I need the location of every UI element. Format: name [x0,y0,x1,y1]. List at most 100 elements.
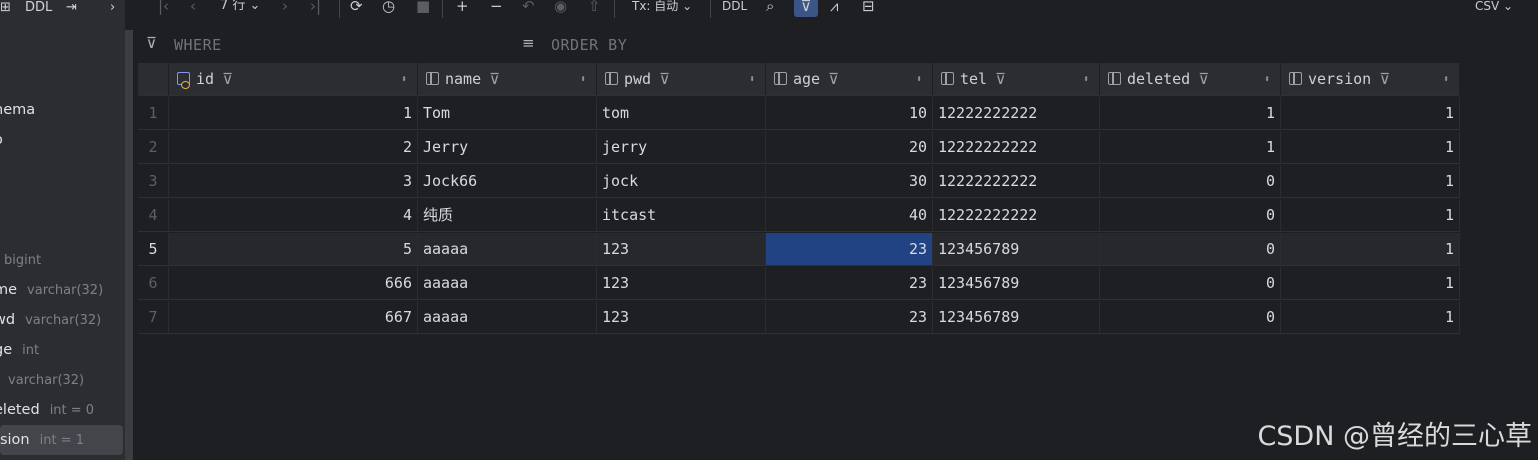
tree-item[interactable]: wd varchar(32) [0,305,101,335]
last-page-icon[interactable]: ›| [310,0,321,17]
column-sort-icon[interactable]: ⬍ [1083,63,1089,95]
cell-age[interactable]: 23 [766,233,933,266]
cell-age[interactable]: 10 [766,97,933,130]
column-sort-icon[interactable]: ⬍ [401,63,407,95]
column-sort-icon[interactable]: ⬍ [749,63,755,95]
filter-toggle-icon[interactable]: ⊽ [794,0,818,17]
delete-row-icon[interactable]: − [490,0,503,17]
table-row[interactable]: 4 4 纯质 itcast 40 12222222222 0 1 [138,199,1460,233]
cell-pwd[interactable]: 123 [597,233,766,266]
column-filter-icon[interactable]: ⊽ [828,70,839,88]
tree-scrollbar[interactable] [125,30,133,460]
cell-age[interactable]: 30 [766,165,933,198]
cell-version[interactable]: 1 [1281,301,1460,334]
column-header-deleted[interactable]: deleted ⊽ ⬍ [1100,63,1281,96]
cell-id[interactable]: 666 [169,267,418,300]
cell-name[interactable]: Jock66 [418,165,597,198]
cell-deleted[interactable]: 0 [1100,267,1281,300]
ddl-button[interactable]: DDL [722,0,747,17]
column-header-version[interactable]: version ⊽ ⬍ [1281,63,1460,96]
cell-version[interactable]: 1 [1281,233,1460,266]
tree-item[interactable]: hema [0,95,45,125]
cell-name[interactable]: Jerry [418,131,597,164]
row-number[interactable]: 1 [138,97,169,130]
tree-item[interactable]: geint [0,335,39,365]
add-row-icon[interactable]: + [456,0,469,17]
cell-age[interactable]: 23 [766,267,933,300]
row-number[interactable]: 2 [138,131,169,164]
column-filter-icon[interactable]: ⊽ [222,70,233,88]
cell-deleted[interactable]: 0 [1100,301,1281,334]
table-row[interactable]: 5 5 aaaaa 123 23 123456789 0 1 [138,233,1460,267]
column-sort-icon[interactable]: ⬍ [580,63,586,95]
cell-name[interactable]: Tom [418,97,597,130]
tree-item[interactable]: rsion int = 1 [0,425,123,455]
column-filter-icon[interactable]: ⊽ [659,70,670,88]
chevron-right-icon[interactable]: › [110,0,115,15]
table-row[interactable]: 3 3 Jock66 jock 30 12222222222 0 1 [138,165,1460,199]
cell-age[interactable]: 40 [766,199,933,232]
first-page-icon[interactable]: |‹ [158,0,169,17]
column-header-tel[interactable]: tel ⊽ ⬍ [933,63,1100,96]
tree-item[interactable]: lvarchar(32) [0,365,84,395]
row-number[interactable]: 3 [138,165,169,198]
cell-name[interactable]: aaaaa [418,233,597,266]
column-header-pwd[interactable]: pwd ⊽ ⬍ [597,63,766,96]
cell-name[interactable]: 纯质 [418,199,597,232]
column-filter-icon[interactable]: ⊽ [995,70,1006,88]
cell-pwd[interactable]: 123 [597,301,766,334]
table-row[interactable]: 2 2 Jerry jerry 20 12222222222 1 1 [138,131,1460,165]
cell-deleted[interactable]: 0 [1100,165,1281,198]
tree-item[interactable]: bigint [0,245,41,275]
cell-tel[interactable]: 12222222222 [933,165,1100,198]
cell-age[interactable]: 20 [766,131,933,164]
preview-icon[interactable]: ◉ [554,0,567,17]
cell-id[interactable]: 667 [169,301,418,334]
cell-deleted[interactable]: 1 [1100,131,1281,164]
cell-id[interactable]: 2 [169,131,418,164]
view-settings-icon[interactable]: ⊟ [862,0,875,17]
column-filter-icon[interactable]: ⊽ [1379,70,1390,88]
row-number[interactable]: 4 [138,199,169,232]
submit-icon[interactable]: ⇧ [588,0,601,17]
cell-tel[interactable]: 12222222222 [933,199,1100,232]
order-by-input[interactable]: ORDER BY [551,36,627,54]
chart-icon[interactable]: ⩘ [830,0,838,17]
column-header-name[interactable]: name ⊽ ⬍ [418,63,597,96]
cell-pwd[interactable]: itcast [597,199,766,232]
cell-name[interactable]: aaaaa [418,267,597,300]
history-icon[interactable]: ◷ [382,0,395,17]
cell-tel[interactable]: 123456789 [933,267,1100,300]
column-filter-icon[interactable]: ⊽ [1198,70,1209,88]
stop-icon[interactable]: ■ [416,0,430,17]
search-icon[interactable]: ⌕ [766,0,774,17]
cell-version[interactable]: 1 [1281,267,1460,300]
header-corner[interactable] [138,63,169,96]
cell-deleted[interactable]: 1 [1100,97,1281,130]
refresh-icon[interactable]: ⟳ [350,0,363,17]
cell-id[interactable]: 5 [169,233,418,266]
cell-version[interactable]: 1 [1281,97,1460,130]
cell-tel[interactable]: 123456789 [933,233,1100,266]
ddl-button[interactable]: DDL [25,0,52,15]
row-number[interactable]: 6 [138,267,169,300]
column-sort-icon[interactable]: ⬍ [1443,63,1449,95]
cell-version[interactable]: 1 [1281,199,1460,232]
prev-page-icon[interactable]: ‹ [190,0,196,17]
cell-tel[interactable]: 12222222222 [933,131,1100,164]
column-header-age[interactable]: age ⊽ ⬍ [766,63,933,96]
cell-tel[interactable]: 12222222222 [933,97,1100,130]
cell-deleted[interactable]: 0 [1100,199,1281,232]
export-format-dropdown[interactable]: CSV ⌄ [1475,0,1513,17]
cell-deleted[interactable]: 0 [1100,233,1281,266]
table-row[interactable]: 7 667 aaaaa 123 23 123456789 0 1 [138,301,1460,335]
cell-name[interactable]: aaaaa [418,301,597,334]
tree-item[interactable]: eleted int = 0 [0,395,94,425]
row-number[interactable]: 7 [138,301,169,334]
cell-version[interactable]: 1 [1281,131,1460,164]
column-sort-icon[interactable]: ⬍ [916,63,922,95]
table-row[interactable]: 6 666 aaaaa 123 23 123456789 0 1 [138,267,1460,301]
cell-tel[interactable]: 123456789 [933,301,1100,334]
cell-age[interactable]: 23 [766,301,933,334]
cell-pwd[interactable]: 123 [597,267,766,300]
